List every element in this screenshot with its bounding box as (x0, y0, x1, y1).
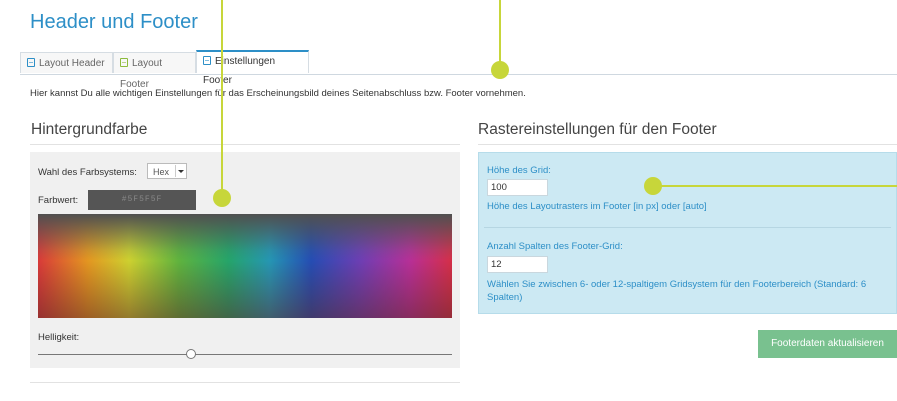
color-spectrum[interactable] (38, 214, 452, 318)
callout-line (660, 185, 897, 187)
callout-line (221, 0, 223, 196)
tab-label: Layout Header (39, 58, 105, 69)
brightness-slider-track[interactable] (38, 354, 452, 355)
callout-line (499, 0, 501, 62)
grid-height-help: Höhe des Layoutrasters im Footer [in px]… (487, 201, 707, 212)
inner-divider (484, 227, 891, 228)
intro-text: Hier kannst Du alle wichtigen Einstellun… (30, 88, 526, 99)
tab-einstellungen-footer[interactable]: Einstellungen Footer (196, 50, 309, 86)
callout-dot (213, 189, 231, 207)
callout-dot (644, 177, 662, 195)
document-icon (203, 56, 211, 65)
divider (30, 144, 460, 145)
tab-layout-header[interactable]: Layout Header (20, 52, 113, 73)
callout-dot (491, 61, 509, 79)
update-footer-button[interactable]: Footerdaten aktualisieren (758, 330, 897, 358)
chevron-down-icon (175, 165, 185, 177)
section-title-background: Hintergrundfarbe (31, 121, 148, 138)
grid-height-label: Höhe des Grid: (487, 165, 551, 176)
tab-label: Einstellungen Footer (203, 56, 276, 86)
grid-height-input[interactable]: 100 (487, 179, 548, 196)
document-icon (120, 58, 128, 67)
tab-bar: Layout Header Layout Footer Einstellunge… (20, 50, 897, 90)
color-value-field[interactable]: #5F5F5F (88, 190, 196, 210)
divider (30, 382, 460, 383)
tab-layout-footer[interactable]: Layout Footer (113, 52, 196, 90)
page-title: Header und Footer (30, 11, 198, 33)
grid-columns-label: Anzahl Spalten des Footer-Grid: (487, 241, 623, 252)
section-title-grid: Rastereinstellungen für den Footer (478, 121, 717, 138)
divider (478, 144, 897, 145)
color-value-label: Farbwert: (38, 195, 79, 206)
grid-columns-input[interactable]: 12 (487, 256, 548, 273)
color-system-select[interactable]: Hex (147, 163, 187, 179)
color-system-value: Hex (153, 167, 170, 177)
brightness-label: Helligkeit: (38, 332, 80, 343)
color-system-label: Wahl des Farbsystems: (38, 167, 137, 178)
document-icon (27, 58, 35, 67)
grid-columns-help: Wählen Sie zwischen 6- oder 12-spaltigem… (487, 279, 867, 303)
